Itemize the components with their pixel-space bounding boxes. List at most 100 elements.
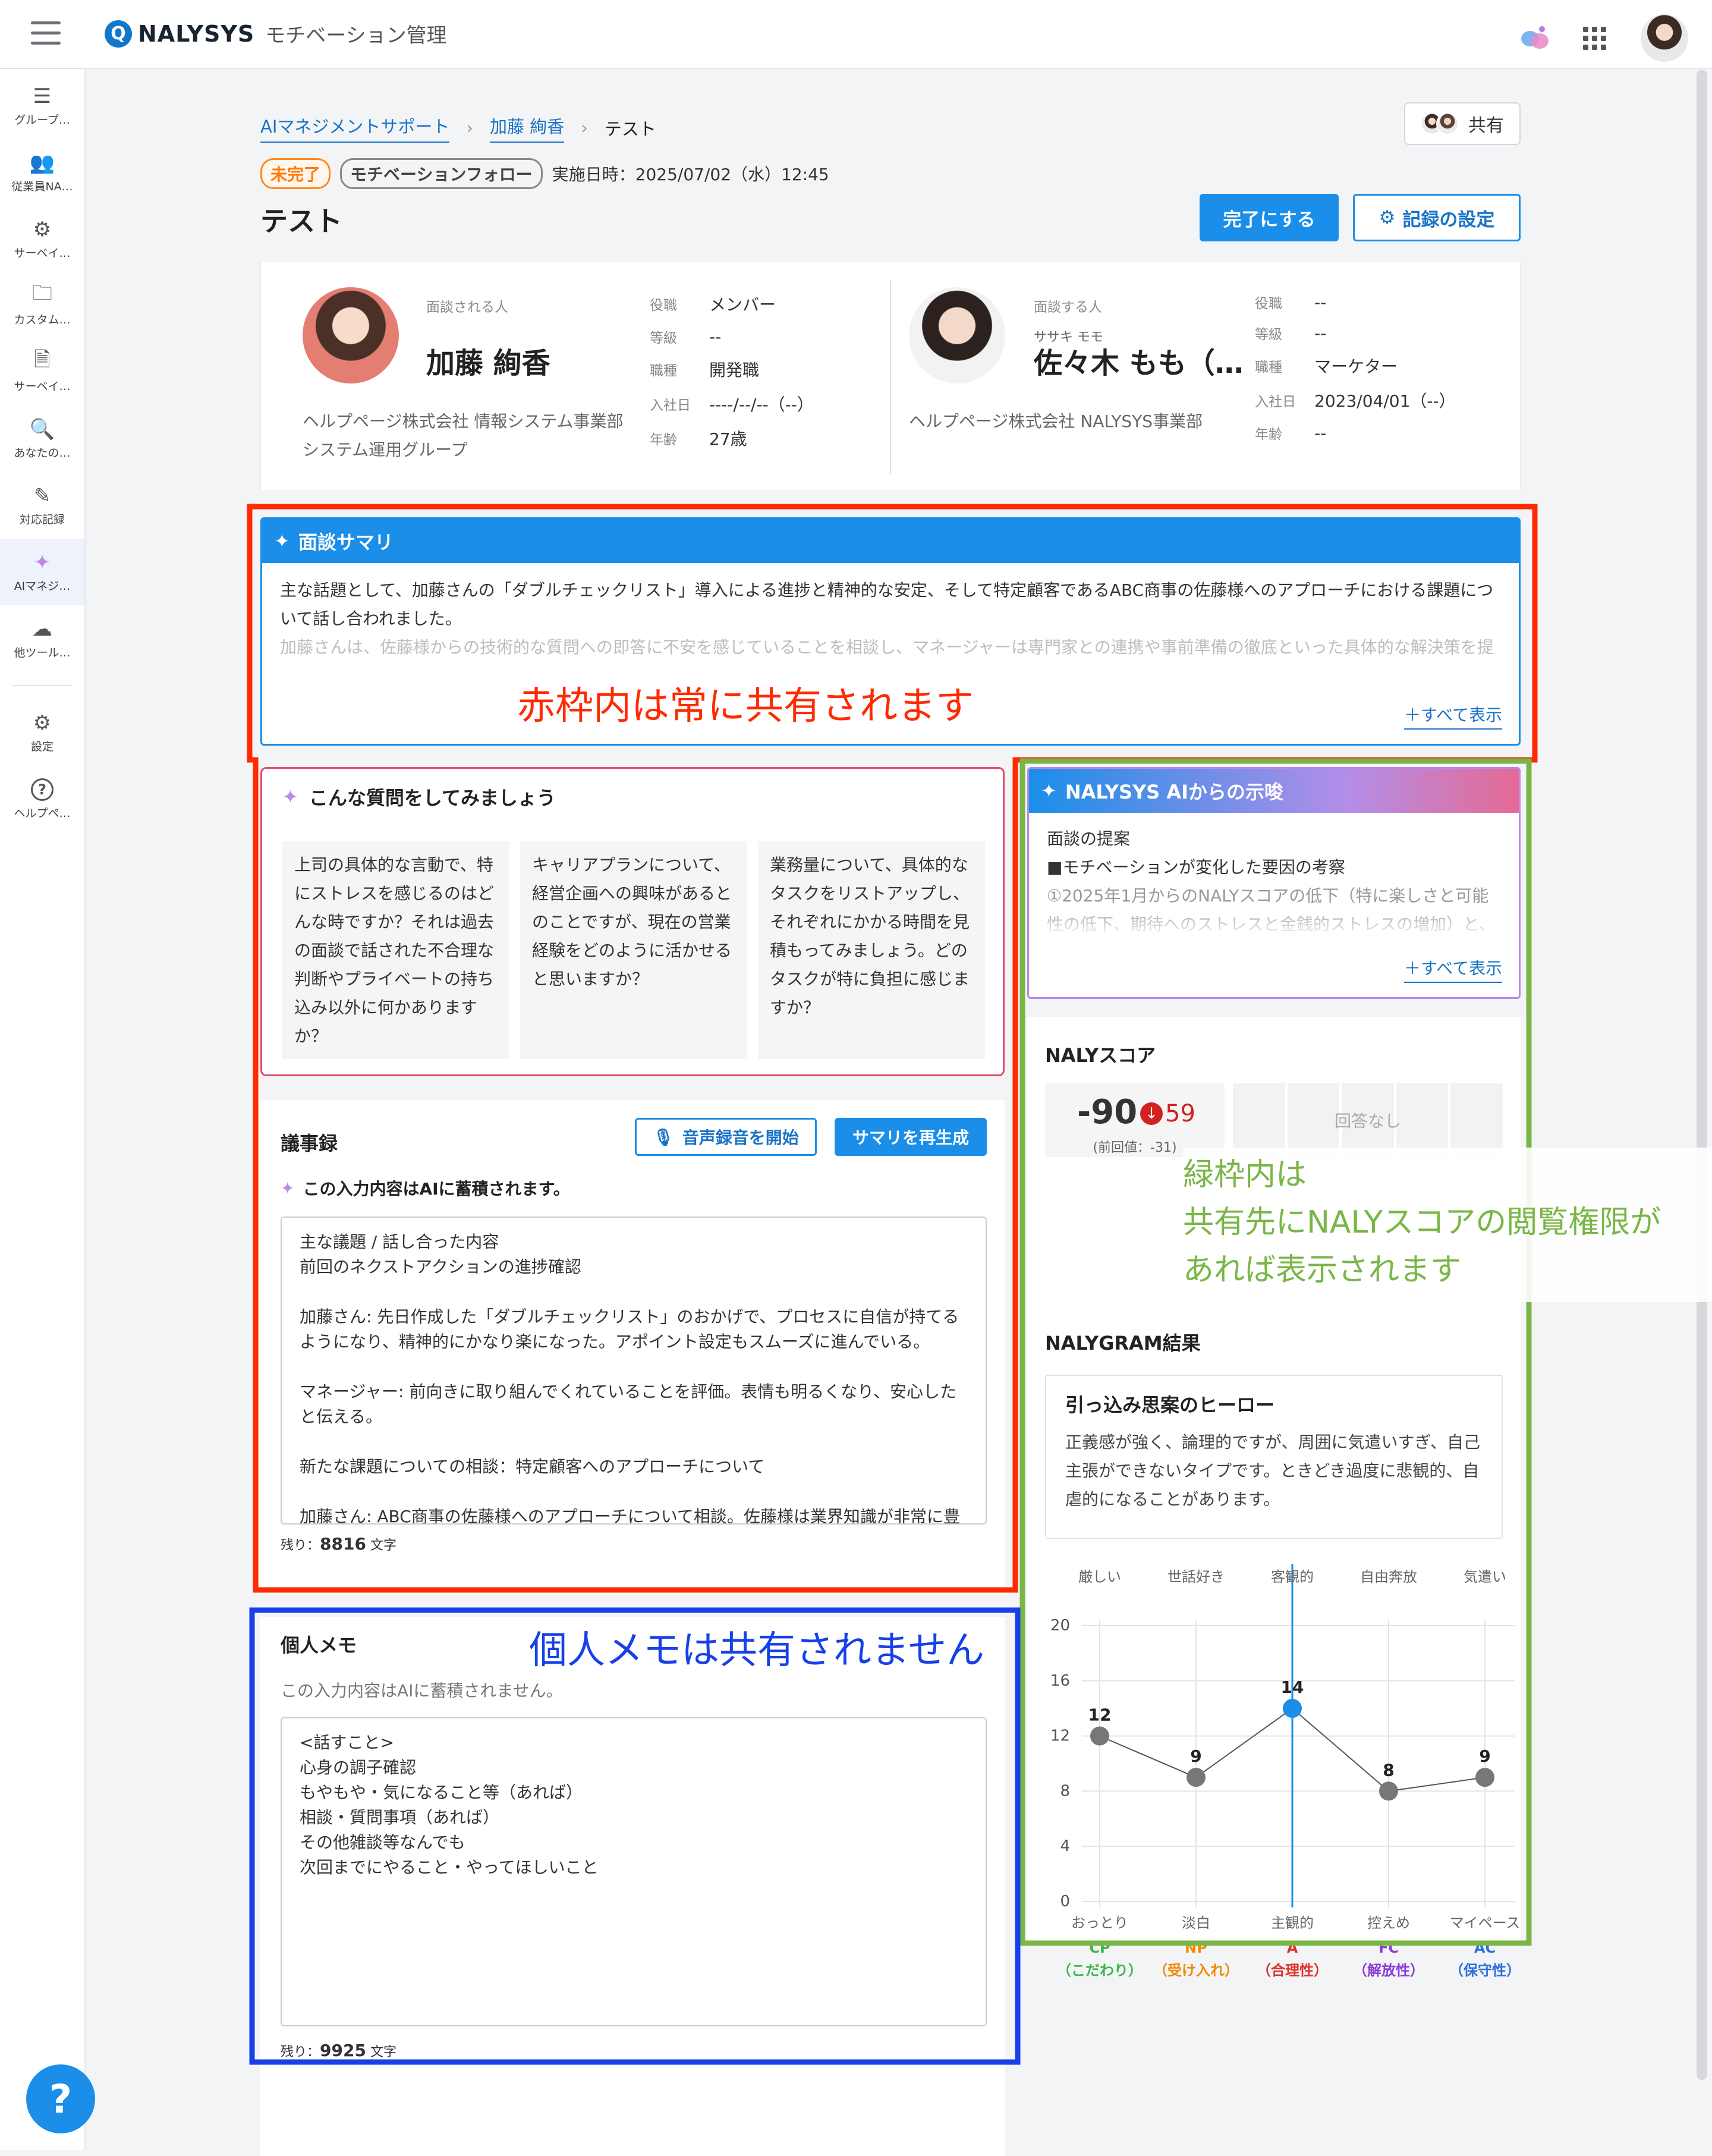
microphone-icon: 🎙 <box>653 1127 674 1147</box>
naly-score-value: -90 <box>1077 1093 1138 1132</box>
interviewer-fields: 役職 -- 等級 -- 職種 マーケター 入社日 2023/04/01（--） 年齢 -- <box>1255 292 1456 443</box>
y-tick-label: 20 <box>1050 1617 1070 1635</box>
category-badge: モチベーションフォロー <box>340 158 543 189</box>
regenerate-summary-button[interactable]: サマリを再生成 <box>835 1118 987 1156</box>
interview-datetime: 実施日時：2025/07/02（水）12:45 <box>552 165 829 184</box>
help-fab-button[interactable]: ? <box>26 2064 95 2133</box>
code-label: FC <box>1379 1940 1399 1956</box>
remaining-label: 残り： <box>281 2045 320 2060</box>
ai-suggestion-faded: ①2025年1月からのNALYスコアの低下（特に楽しさと可能性の低下、期待へのス… <box>1047 886 1496 934</box>
cloud-upload-icon: ☁ <box>32 617 52 641</box>
field-label: 職種 <box>650 363 677 379</box>
top-bar: Q NALYSYS モチベーション管理 <box>0 0 1712 69</box>
app-logo[interactable]: Q NALYSYS モチベーション管理 <box>105 19 447 48</box>
sidebar-item[interactable]: ✎ 対応記録 <box>0 472 84 539</box>
trait-label: （受け入れ） <box>1153 1962 1239 1979</box>
record-settings-button[interactable]: ⚙ 記録の設定 <box>1353 194 1521 241</box>
questions-list: 上司の具体的な言動で、特にストレスを感じるのはどんな時ですか？それは過去の面談で… <box>282 841 985 1059</box>
status-badge: 未完了 <box>260 158 331 189</box>
menu-icon[interactable] <box>31 21 61 45</box>
sidebar-item[interactable]: ⚙ 設定 <box>0 699 84 766</box>
profile-divider <box>890 280 891 474</box>
sidebar-item[interactable]: ⚙ サーベイ… <box>0 206 84 272</box>
field-label: 役職 <box>650 298 677 313</box>
sidebar-item[interactable]: ✦ AIマネジ… <box>0 539 84 605</box>
ai-suggestion-show-all-link[interactable]: ＋すべて表示 <box>1404 956 1502 983</box>
sidebar-item-label: 従業員NA… <box>11 180 73 193</box>
suggested-question[interactable]: キャリアプランについて、経営企画への興味があるとのことですが、現在の営業経験をど… <box>520 841 747 1059</box>
field-label: 年齢 <box>650 432 677 448</box>
breadcrumb: AIマネジメントサポート › 加藤 絢香 › テスト <box>260 113 656 143</box>
ai-suggestion-line: ■モチベーションが変化した要因の考察 <box>1047 857 1345 877</box>
ai-suggestion-title: NALYSYS AIからの示唆 <box>1065 781 1284 803</box>
field-label: 入社日 <box>650 398 691 413</box>
suggested-questions-card: ✦ こんな質問をしてみましょう 上司の具体的な言動で、特にストレスを感じるのはど… <box>260 767 1005 1076</box>
breadcrumb-current: テスト <box>604 119 656 139</box>
red-annotation-text: 赤枠内は常に共有されます <box>517 684 974 728</box>
bottom-axis-label: おっとり <box>1071 1915 1128 1931</box>
personal-memo-section: 個人メモ この入力内容はAIに蓄積されません。 <話すこと> 心身の調子確認 も… <box>260 1617 1005 2156</box>
page-title: テスト <box>260 205 342 237</box>
sidebar-divider <box>12 685 73 686</box>
minutes-remaining-count: 残り：8816 文字 <box>281 1534 396 1554</box>
page-scrollbar[interactable] <box>1697 70 1707 2080</box>
top-axis-label: 気遣い <box>1464 1569 1506 1585</box>
start-recording-label: 音声録音を開始 <box>682 1128 799 1148</box>
sparkle-icon: ✦ <box>281 1178 295 1198</box>
suggested-question[interactable]: 上司の具体的な言動で、特にストレスを感じるのはどんな時ですか？それは過去の面談で… <box>282 841 509 1059</box>
share-button[interactable]: 共有 <box>1404 102 1521 145</box>
field-label: 年齢 <box>1255 427 1282 442</box>
interviewee-role-label: 面談される人 <box>426 300 508 315</box>
user-avatar[interactable] <box>1641 14 1688 62</box>
questions-header: ✦ こんな質問をしてみましょう <box>282 783 983 810</box>
y-tick-label: 0 <box>1060 1893 1070 1910</box>
sidebar-item[interactable]: 🔍 あなたの… <box>0 406 84 472</box>
apps-grid-icon[interactable] <box>1583 26 1606 50</box>
sidebar: ☰ グループ… 👥 従業員NA… ⚙ サーベイ… 🗀 カスタム… 🗎 サーベイ… 🔍 あなたの… ✎ 対応… <box>0 69 86 2150</box>
memo-textarea[interactable]: <話すこと> 心身の調子確認 もやもや・気になること等（あれば） 相談・質問事項… <box>281 1717 987 2026</box>
breadcrumb-ai-management[interactable]: AIマネジメントサポート <box>260 113 450 143</box>
interviewer-role-label: 面談する人 <box>1034 300 1102 315</box>
ai-chat-icon[interactable] <box>1520 25 1549 51</box>
brand-name: NALYSYS <box>138 20 255 47</box>
memo-subtitle: この入力内容はAIに蓄積されません。 <box>281 1681 563 1701</box>
no-response-label: 回答なし <box>1334 1111 1401 1131</box>
sparkle-icon: ✦ <box>274 530 290 552</box>
bottom-axis-label: マイペース <box>1450 1915 1521 1931</box>
interviewer-name: 佐々木 もも（… <box>1034 347 1244 380</box>
sidebar-item[interactable]: 🗀 カスタム… <box>0 272 84 339</box>
nalygram-title: NALYGRAM結果 <box>1045 1332 1201 1354</box>
minutes-textarea[interactable]: 主な議題 / 話し合った内容 前回のネクストアクションの進捗確認 加藤さん: 先… <box>281 1217 987 1525</box>
field-value: 2023/04/01（--） <box>1314 391 1456 411</box>
sidebar-item-label: ヘルプペ… <box>14 806 71 820</box>
settings-icon: ⚙ <box>33 711 52 735</box>
sidebar-item[interactable]: 🗎 サーベイ… <box>0 339 84 406</box>
sidebar-item[interactable]: ☰ グループ… <box>0 73 84 139</box>
sidebar-item-label: 他ツール… <box>14 646 71 659</box>
ai-storage-note: ✦ この入力内容はAIに蓄積されます。 <box>281 1176 570 1200</box>
breadcrumb-separator: › <box>466 118 474 138</box>
field-value: 開発職 <box>709 360 760 380</box>
remaining-unit: 文字 <box>370 1538 396 1553</box>
complete-button[interactable]: 完了にする <box>1200 194 1339 241</box>
remaining-label: 残り： <box>281 1538 320 1553</box>
sidebar-item-label: カスタム… <box>14 313 71 326</box>
trait-label: （解放性） <box>1353 1962 1424 1979</box>
minutes-title: 議事録 <box>281 1132 338 1155</box>
summary-show-all-link[interactable]: ＋すべて表示 <box>1404 702 1502 730</box>
start-recording-button[interactable]: 🎙 音声録音を開始 <box>635 1118 817 1156</box>
y-tick-label: 4 <box>1060 1837 1070 1855</box>
suggested-question[interactable]: 業務量について、具体的なタスクをリストアップし、それぞれにかかる時間を見積もって… <box>758 841 985 1059</box>
bottom-axis-label: 淡白 <box>1182 1915 1210 1931</box>
ai-storage-note-text: この入力内容はAIに蓄積されます。 <box>303 1179 570 1199</box>
sidebar-item[interactable]: ☁ 他ツール… <box>0 605 84 672</box>
sidebar-item-label: 対応記録 <box>19 513 65 526</box>
field-value: -- <box>1314 292 1327 312</box>
gear-icon: ⚙ <box>1379 207 1396 228</box>
ai-suggestion-header: ✦ NALYSYS AIからの示唆 <box>1029 769 1519 813</box>
breadcrumb-employee[interactable]: 加藤 絢香 <box>490 113 565 143</box>
interviewee-name: 加藤 絢香 <box>426 347 550 380</box>
nalygram-chart: 0 4 8 12 16 20 12 厳しいおっとり CP （こだわり） 9 世話好き淡白 NP （受け入れ… <box>1050 1564 1521 1979</box>
sidebar-item[interactable]: ? ヘルプペ… <box>0 766 84 832</box>
sidebar-item[interactable]: 👥 従業員NA… <box>0 139 84 206</box>
